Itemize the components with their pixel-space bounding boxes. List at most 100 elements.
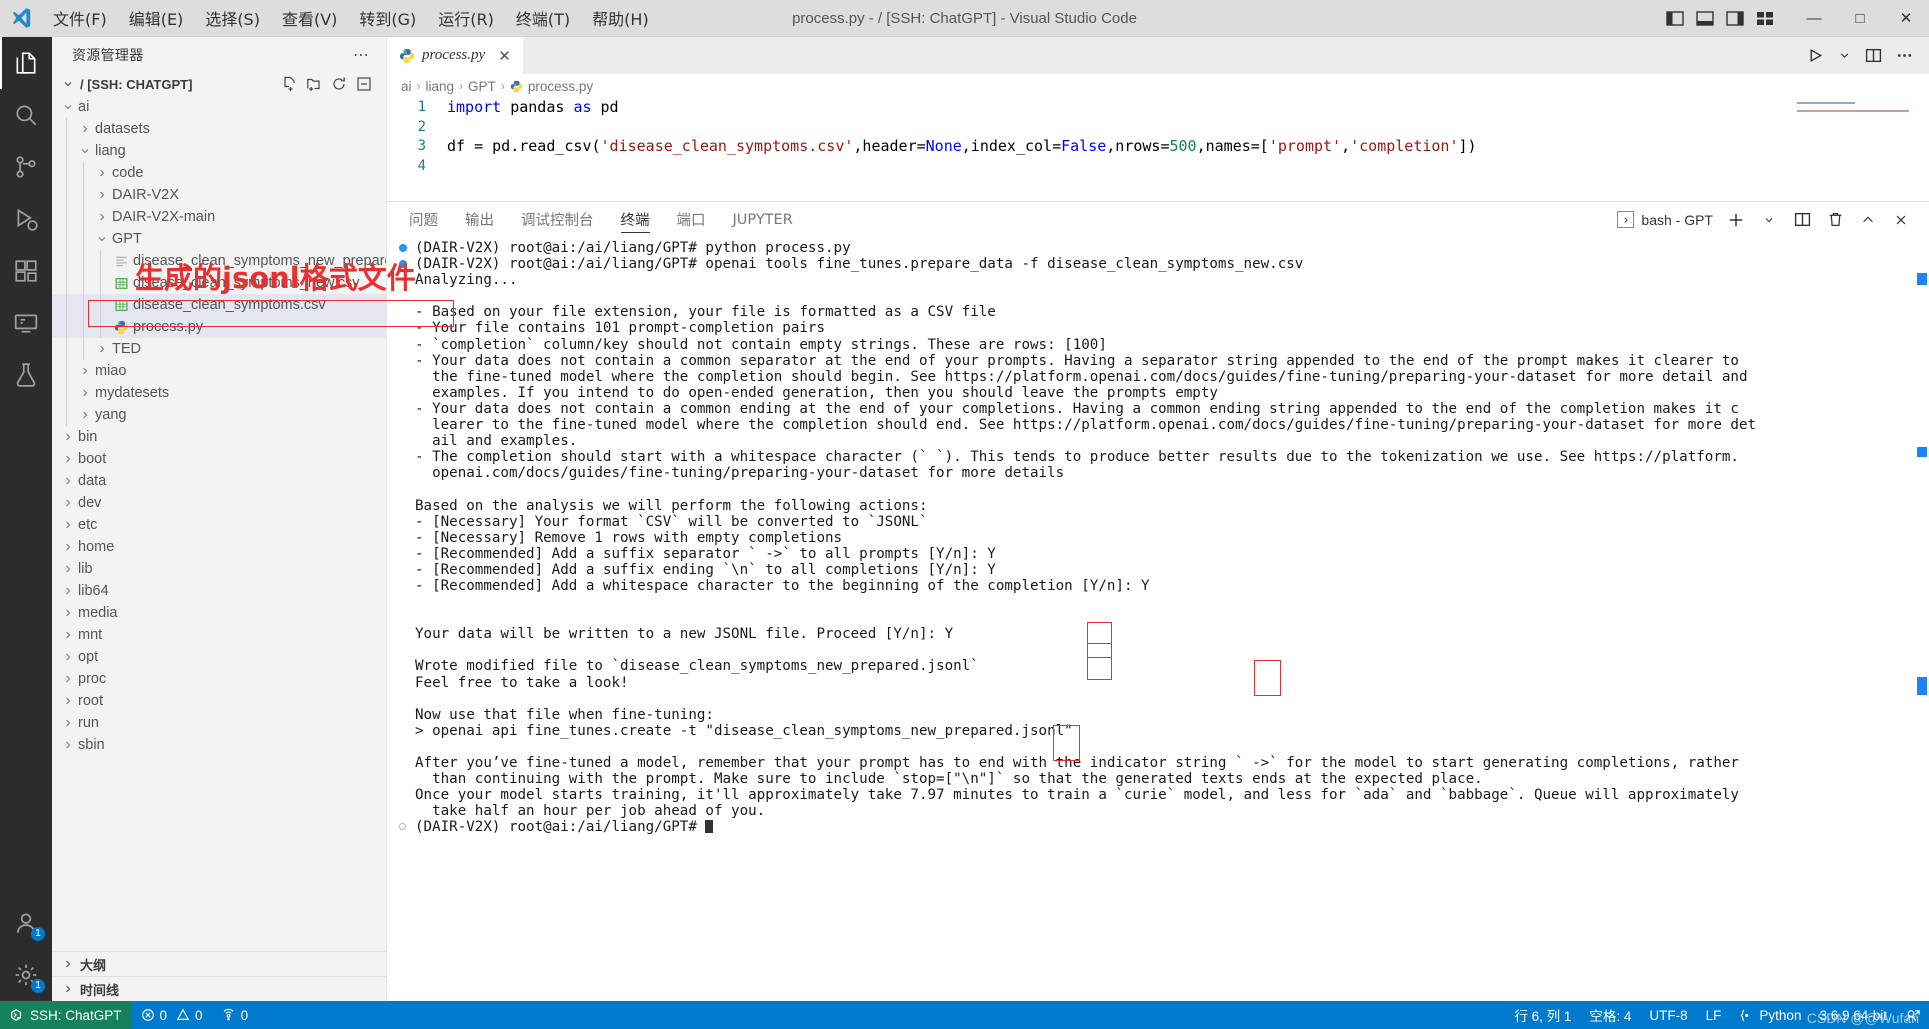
activity-run-debug[interactable] xyxy=(0,193,52,245)
activity-testing[interactable] xyxy=(0,349,52,401)
status-language-mode[interactable]: Python xyxy=(1730,1001,1810,1029)
status-python-interpreter[interactable]: 3.6.9 64-bit xyxy=(1810,1001,1896,1029)
editor-vertical-scrollbar[interactable] xyxy=(1915,98,1929,201)
chevron-right-icon[interactable] xyxy=(77,123,93,135)
refresh-icon[interactable] xyxy=(331,76,347,92)
chevron-right-icon[interactable] xyxy=(60,739,76,751)
maximize-button[interactable]: □ xyxy=(1837,0,1883,37)
code-content[interactable]: import pandas as pd df = pd.read_csv('di… xyxy=(439,98,1929,201)
tree-item-dev[interactable]: dev xyxy=(52,492,386,514)
chevron-right-icon[interactable] xyxy=(60,958,76,970)
tree-item-disease-clean-symptoms-new-prepared-jsonl[interactable]: disease_clean_symptoms_new_prepared.json… xyxy=(52,250,386,272)
breadcrumb-ai[interactable]: ai xyxy=(401,79,412,94)
tree-item-disease-clean-symptoms-new-csv[interactable]: disease_clean_symptoms_new.csv xyxy=(52,272,386,294)
toggle-primary-sidebar-icon[interactable] xyxy=(1665,9,1685,27)
tree-item-datasets[interactable]: datasets xyxy=(52,118,386,140)
split-editor-icon[interactable] xyxy=(1865,47,1882,64)
breadcrumb-liang[interactable]: liang xyxy=(426,79,455,94)
menu-selection[interactable]: 选择(S) xyxy=(194,0,271,36)
chevron-right-icon[interactable] xyxy=(94,211,110,223)
chevron-right-icon[interactable] xyxy=(60,475,76,487)
terminal-output[interactable]: (DAIR-V2X) root@ai:/ai/liang/GPT# python… xyxy=(387,237,1929,1001)
tree-item-root[interactable]: root xyxy=(52,690,386,712)
outline-section[interactable]: 大纲 xyxy=(52,951,386,976)
minimize-button[interactable]: — xyxy=(1791,0,1837,37)
tree-item-etc[interactable]: etc xyxy=(52,514,386,536)
chevron-right-icon[interactable] xyxy=(60,519,76,531)
code-editor[interactable]: 1 2 3 4 import pandas as pd df = pd.read… xyxy=(387,98,1929,201)
add-terminal-icon[interactable] xyxy=(1726,210,1746,230)
terminal-selector[interactable]: › bash - GPT xyxy=(1617,211,1713,228)
chevron-down-icon[interactable] xyxy=(60,78,76,90)
status-indentation[interactable]: 空格: 4 xyxy=(1580,1001,1640,1029)
maximize-panel-icon[interactable] xyxy=(1858,210,1878,230)
chevron-right-icon[interactable] xyxy=(94,343,110,355)
menu-help[interactable]: 帮助(H) xyxy=(581,0,660,36)
panel-tab-problems[interactable]: 问题 xyxy=(409,202,438,237)
chevron-right-icon[interactable] xyxy=(60,695,76,707)
tree-item-process-py[interactable]: process.py xyxy=(52,316,386,338)
breadcrumb-gpt[interactable]: GPT xyxy=(468,79,496,94)
chevron-right-icon[interactable] xyxy=(60,651,76,663)
customize-layout-icon[interactable] xyxy=(1755,9,1775,27)
chevron-down-icon[interactable] xyxy=(1838,49,1851,62)
tree-item-ted[interactable]: TED xyxy=(52,338,386,360)
tree-item-bin[interactable]: bin xyxy=(52,426,386,448)
chevron-right-icon[interactable] xyxy=(77,409,93,421)
tree-item-mydatesets[interactable]: mydatesets xyxy=(52,382,386,404)
chevron-right-icon[interactable] xyxy=(60,629,76,641)
tab-process-py[interactable]: process.py ✕ xyxy=(387,37,523,74)
tree-item-media[interactable]: media xyxy=(52,602,386,624)
breadcrumb[interactable]: ai › liang › GPT › process.py xyxy=(387,74,1929,98)
status-ports[interactable]: 0 xyxy=(212,1001,258,1029)
chevron-down-icon[interactable] xyxy=(60,101,76,113)
tree-item-lib[interactable]: lib xyxy=(52,558,386,580)
menu-file[interactable]: 文件(F) xyxy=(42,0,118,36)
chevron-down-icon[interactable] xyxy=(94,233,110,245)
chevron-down-icon[interactable] xyxy=(77,145,93,157)
tree-item-gpt[interactable]: GPT xyxy=(52,228,386,250)
more-actions-icon[interactable] xyxy=(1896,47,1913,64)
tree-item-mnt[interactable]: mnt xyxy=(52,624,386,646)
tree-item-proc[interactable]: proc xyxy=(52,668,386,690)
chevron-right-icon[interactable] xyxy=(60,585,76,597)
panel-tab-debug-console[interactable]: 调试控制台 xyxy=(521,202,594,237)
chevron-right-icon[interactable] xyxy=(60,497,76,509)
tree-item-opt[interactable]: opt xyxy=(52,646,386,668)
tree-item-liang[interactable]: liang xyxy=(52,140,386,162)
tree-item-lib64[interactable]: lib64 xyxy=(52,580,386,602)
status-encoding[interactable]: UTF-8 xyxy=(1640,1001,1696,1029)
tree-item-code[interactable]: code xyxy=(52,162,386,184)
activity-search[interactable] xyxy=(0,89,52,141)
tab-close-icon[interactable]: ✕ xyxy=(492,47,511,65)
menu-edit[interactable]: 编辑(E) xyxy=(118,0,195,36)
menu-view[interactable]: 查看(V) xyxy=(271,0,348,36)
tree-item-data[interactable]: data xyxy=(52,470,386,492)
menu-bar[interactable]: 文件(F) 编辑(E) 选择(S) 查看(V) 转到(G) 运行(R) 终端(T… xyxy=(42,0,660,36)
tree-item-disease-clean-symptoms-csv[interactable]: disease_clean_symptoms.csv xyxy=(52,294,386,316)
breadcrumb-process-py[interactable]: process.py xyxy=(528,79,593,94)
chevron-right-icon[interactable] xyxy=(60,673,76,685)
toggle-panel-icon[interactable] xyxy=(1695,9,1715,27)
panel-tab-ports[interactable]: 端口 xyxy=(677,202,706,237)
activity-remote-explorer[interactable] xyxy=(0,297,52,349)
collapse-all-icon[interactable] xyxy=(356,76,372,92)
close-button[interactable]: ✕ xyxy=(1883,0,1929,37)
status-eol[interactable]: LF xyxy=(1697,1001,1731,1029)
activity-extensions[interactable] xyxy=(0,245,52,297)
status-cursor-position[interactable]: 行 6, 列 1 xyxy=(1505,1001,1580,1029)
chevron-right-icon[interactable] xyxy=(60,607,76,619)
terminal-scrollbar-marker[interactable] xyxy=(1917,447,1927,457)
close-panel-icon[interactable] xyxy=(1891,210,1911,230)
timeline-section[interactable]: 时间线 xyxy=(52,976,386,1001)
panel-tab-output[interactable]: 输出 xyxy=(465,202,494,237)
toggle-secondary-sidebar-icon[interactable] xyxy=(1725,9,1745,27)
chevron-right-icon[interactable] xyxy=(60,717,76,729)
tree-item-dair-v2x-main[interactable]: DAIR-V2X-main xyxy=(52,206,386,228)
tree-item-home[interactable]: home xyxy=(52,536,386,558)
status-feedback-icon[interactable] xyxy=(1896,1001,1929,1029)
chevron-right-icon[interactable] xyxy=(77,387,93,399)
menu-go[interactable]: 转到(G) xyxy=(348,0,427,36)
panel-tab-jupyter[interactable]: JUPYTER xyxy=(733,202,793,237)
tree-item-sbin[interactable]: sbin xyxy=(52,734,386,756)
